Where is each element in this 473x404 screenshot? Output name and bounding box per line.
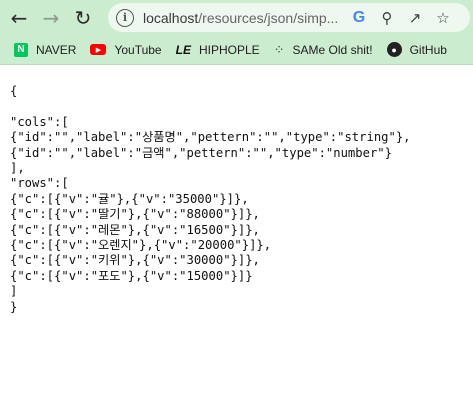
json-line: } — [10, 299, 18, 314]
bookmark-youtube[interactable]: ▶ YouTube — [90, 42, 162, 57]
forward-button[interactable]: → — [38, 5, 64, 31]
bookmark-same-old-shit[interactable]: ⁘ SAMe Old shit! — [274, 42, 373, 58]
github-icon: ● — [386, 42, 402, 57]
dots-icon: ⁘ — [273, 41, 285, 57]
json-line: {"c":[{"v":"레몬"},{"v":"16500"}]}, — [10, 222, 260, 237]
bookmarks-bar: N NAVER ▶ YouTube LE HIPHOPLE ⁘ SAMe Old… — [0, 35, 473, 65]
zoom-icon[interactable]: ⚲ — [375, 9, 399, 27]
json-line: {"c":[{"v":"딸기"},{"v":"88000"}]}, — [10, 207, 260, 222]
json-content: { "cols":[ {"id":"","label":"상품명","pette… — [10, 84, 411, 315]
bookmark-label: NAVER — [36, 42, 77, 57]
share-icon[interactable]: ↗ — [403, 9, 427, 27]
json-line: {"c":[{"v":"귤"},{"v":"35000"}]}, — [10, 191, 249, 206]
youtube-icon: ▶ — [90, 44, 107, 55]
bookmark-label: HIPHOPLE — [198, 42, 260, 57]
json-line: {"c":[{"v":"키위"},{"v":"30000"}]}, — [10, 253, 260, 268]
reload-button[interactable]: ↻ — [70, 5, 96, 31]
google-lens-icon[interactable]: G — [347, 9, 371, 27]
json-line: {"id":"","label":"금액","pettern":"","type… — [10, 145, 392, 160]
json-line: {"c":[{"v":"포도"},{"v":"15000"}]} — [10, 268, 253, 283]
back-button[interactable]: ← — [6, 5, 32, 31]
arrow-right-icon: → — [42, 5, 60, 30]
info-icon[interactable]: i — [116, 8, 134, 27]
json-line: "cols":[ — [10, 114, 69, 129]
url-path: /resources/json/simp... — [198, 9, 339, 26]
bookmark-label: YouTube — [114, 42, 162, 57]
reload-icon: ↻ — [74, 5, 92, 30]
address-bar[interactable]: i localhost/resources/json/simp... G ⚲ ↗… — [108, 3, 470, 32]
bookmark-label: GitHub — [409, 42, 447, 57]
json-line: "rows":[ — [10, 176, 69, 191]
arrow-left-icon: ← — [10, 5, 28, 30]
hiphople-icon: LE — [175, 42, 191, 57]
bookmark-label: SAMe Old shit! — [292, 42, 373, 57]
json-line: {"id":"","label":"상품명","pettern":"","typ… — [10, 130, 411, 145]
naver-icon: N — [14, 42, 28, 57]
json-line: ] — [10, 284, 18, 299]
url-text[interactable]: localhost/resources/json/simp... — [143, 10, 343, 26]
bookmark-hiphople[interactable]: LE HIPHOPLE — [176, 43, 260, 57]
url-host: localhost — [143, 9, 199, 26]
json-line: { — [10, 84, 18, 98]
star-icon[interactable]: ☆ — [431, 9, 455, 27]
json-line: ], — [10, 161, 25, 176]
bookmark-naver[interactable]: N NAVER — [14, 42, 77, 57]
browser-toolbar: ← → ↻ i localhost/resources/json/simp...… — [0, 0, 473, 35]
json-line: {"c":[{"v":"오렌지"},{"v":"20000"}]}, — [10, 238, 272, 253]
bookmark-github[interactable]: ● GitHub — [386, 42, 447, 57]
